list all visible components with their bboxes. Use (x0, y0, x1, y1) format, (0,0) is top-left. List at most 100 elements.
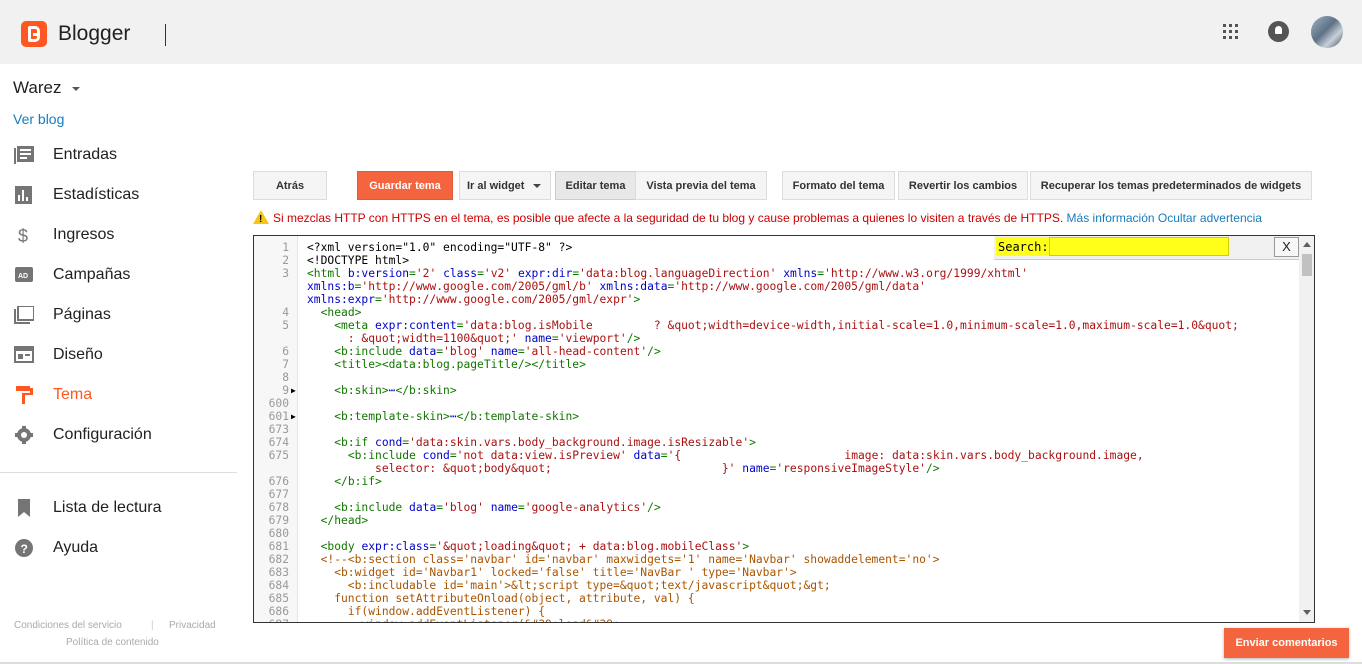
sidebar-item-label: Entradas (53, 146, 118, 163)
sidebar-item-ayuda[interactable]: ? Ayuda (0, 530, 237, 566)
sidebar-item-paginas[interactable]: Páginas (0, 297, 237, 333)
stats-icon (15, 186, 32, 204)
brand-name[interactable]: Blogger (58, 22, 130, 46)
ad-icon: AD (15, 267, 33, 282)
code-text: <!DOCTYPE html> (307, 254, 410, 267)
fold-arrow-icon[interactable]: ▶ (291, 384, 296, 397)
line-number: 600 (268, 397, 289, 410)
scroll-up-icon[interactable] (1303, 242, 1311, 247)
code-text: <b:if cond='data:skin.vars.body_backgrou… (334, 436, 756, 449)
line-number: 679 (268, 514, 289, 527)
code-text: <b:include cond='not data:view.isPreview… (347, 449, 1144, 462)
code-text: <body expr:class='&quot;loading&quot; + … (320, 540, 750, 553)
chevron-down-icon (533, 183, 542, 188)
scroll-down-icon[interactable] (1303, 610, 1311, 615)
sidebar-item-estadisticas[interactable]: Estadísticas (0, 177, 237, 213)
sidebar-item-tema[interactable]: Tema (0, 377, 237, 413)
notifications-icon[interactable] (1268, 21, 1289, 42)
posts-icon (14, 146, 34, 164)
code-text: selector: &quot;body&quot; }' name='resp… (307, 462, 940, 475)
back-button[interactable]: Atrás (253, 171, 327, 200)
view-blog-link[interactable]: Ver blog (13, 111, 64, 127)
sidebar-item-label: Ingresos (53, 226, 115, 243)
bookmark-icon (18, 499, 30, 517)
scroll-thumb[interactable] (1302, 254, 1312, 276)
blogger-logo-icon[interactable] (21, 21, 47, 47)
content-policy-link[interactable]: Política de contenido (66, 637, 159, 648)
fold-arrow-icon[interactable]: ▶ (291, 410, 296, 423)
code-text: <?xml version="1.0" encoding="UTF-8" ?> (307, 241, 573, 254)
code-text: <!--<b:section class='navbar' id='navbar… (320, 553, 940, 566)
svg-text:$: $ (18, 226, 28, 244)
avatar[interactable] (1311, 16, 1343, 48)
more-info-link[interactable]: Más información (1067, 211, 1155, 225)
edit-theme-button[interactable]: Editar tema (555, 171, 636, 200)
code-text: <b:includable id='main'>&lt;script type=… (307, 579, 831, 592)
warning-text: Si mezclas HTTP con HTTPS en el tema, es… (273, 211, 1064, 225)
sidebar-item-label: Páginas (53, 306, 111, 323)
revert-changes-button[interactable]: Revertir los cambios (898, 171, 1028, 200)
line-number: 5 (282, 319, 289, 332)
line-number: 675 (268, 449, 289, 462)
sidebar-item-label: Estadísticas (53, 186, 140, 203)
code-text: <b:include data='blog' name='google-anal… (334, 501, 661, 514)
line-number: 682 (268, 553, 289, 566)
code-text: <html b:version='2' class='v2' expr:dir=… (307, 267, 1029, 280)
code-text: <title><data:blog.pageTitle/></title> (334, 358, 586, 371)
line-number: 681 (268, 540, 289, 553)
close-search-button[interactable]: X (1274, 237, 1299, 257)
line-number: 7 (282, 358, 289, 371)
sidebar-item-label: Tema (53, 386, 93, 403)
sidebar-item-entradas[interactable]: Entradas (0, 137, 237, 173)
sidebar-item-campanas[interactable]: AD Campañas (0, 257, 237, 293)
sidebar-item-configuracion[interactable]: Configuración (0, 417, 237, 453)
code-text: <b:widget id='Navbar1' locked='false' ti… (307, 566, 797, 579)
scrollbar[interactable] (1299, 236, 1314, 622)
terms-link[interactable]: Condiciones del servicio (14, 620, 122, 631)
warning-icon (253, 210, 269, 227)
sidebar-item-label: Configuración (53, 426, 152, 443)
svg-text:?: ? (21, 542, 28, 556)
line-number: 674 (268, 436, 289, 449)
code-text: function setAttributeOnload(object, attr… (307, 592, 695, 605)
apps-grid-icon[interactable] (1222, 23, 1239, 40)
code-text: <b:skin>⋯</b:skin> (334, 384, 457, 397)
chevron-down-icon[interactable] (72, 87, 80, 91)
privacy-link[interactable]: Privacidad (169, 620, 216, 631)
sidebar-item-label: Campañas (53, 266, 131, 283)
code-text: </b:if> (334, 475, 382, 488)
code-text: xmlns:b='http://www.google.com/2005/gml/… (307, 280, 926, 293)
sidebar-item-diseno[interactable]: Diseño (0, 337, 237, 373)
line-number: 673 (268, 423, 289, 436)
blog-selector[interactable]: Warez (13, 78, 62, 98)
format-theme-button[interactable]: Formato del tema (782, 171, 895, 200)
line-number: 9 (282, 384, 289, 397)
sidebar-item-lista-de-lectura[interactable]: Lista de lectura (0, 490, 237, 526)
preview-theme-button[interactable]: Vista previa del tema (635, 171, 767, 200)
code-editor[interactable]: 1 <?xml version="1.0" encoding="UTF-8" ?>… (253, 235, 1315, 623)
layout-icon (14, 346, 34, 363)
line-number: 676 (268, 475, 289, 488)
line-number: 4 (282, 306, 289, 319)
sidebar-item-ingresos[interactable]: $ Ingresos (0, 217, 237, 253)
sidebar-item-label: Diseño (53, 346, 103, 363)
restore-widgets-button[interactable]: Recuperar los temas predeterminados de w… (1030, 171, 1312, 200)
code-text: if(window.addEventListener) { (307, 605, 546, 618)
line-number: 677 (268, 488, 289, 501)
search-input[interactable] (1049, 237, 1229, 256)
hide-warning-link[interactable]: Ocultar advertencia (1158, 211, 1262, 225)
go-to-widget-dropdown[interactable]: Ir al widget (459, 171, 551, 200)
search-bar: Search: X (994, 236, 1314, 260)
line-number: 1 (282, 241, 289, 254)
send-feedback-button[interactable]: Enviar comentarios (1224, 628, 1349, 658)
dollar-icon: $ (18, 226, 28, 244)
help-icon: ? (15, 539, 33, 557)
code-text: </head> (320, 514, 369, 527)
line-number: 8 (282, 371, 289, 384)
sidebar-item-label: Ayuda (53, 539, 99, 556)
line-number: 685 (268, 592, 289, 605)
save-theme-button[interactable]: Guardar tema (357, 171, 453, 200)
code-text: xmlns:expr='http://www.google.com/2005/g… (307, 293, 641, 306)
line-number: 687 (254, 618, 289, 622)
https-warning: Si mezclas HTTP con HTTPS en el tema, es… (253, 210, 1313, 227)
